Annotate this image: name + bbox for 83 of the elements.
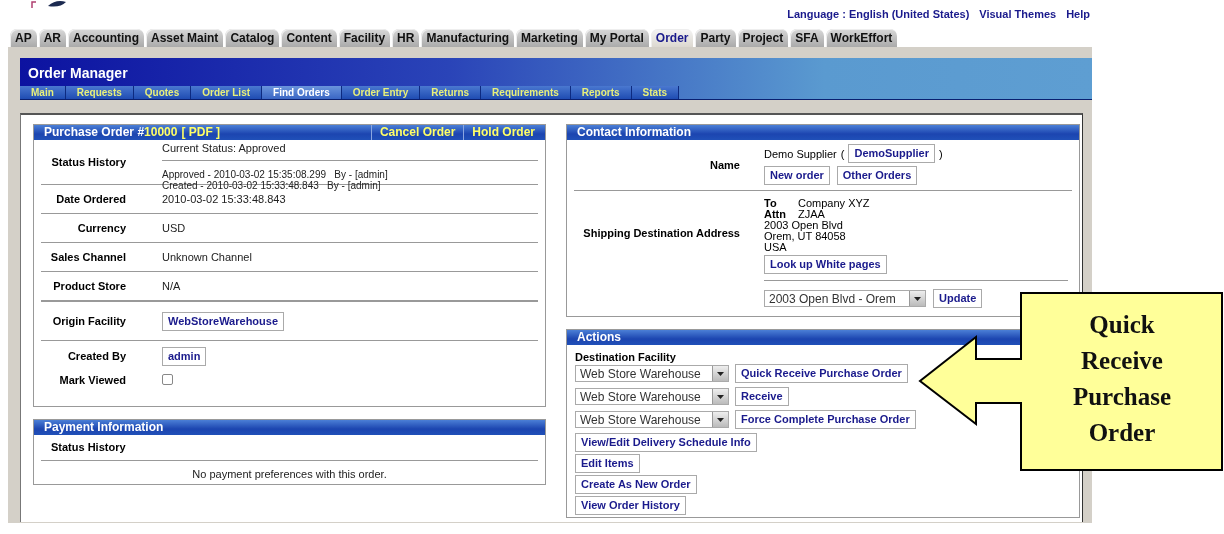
menu-item[interactable]: Order Entry [341,86,421,99]
app-tab[interactable]: Catalog [225,29,280,47]
app-tab[interactable]: Content [281,29,337,47]
panel-header: Contact Information [567,125,1079,140]
panel-title: Purchase Order # [44,125,145,140]
panel-header: Payment Information [34,420,545,435]
field-label: Name [709,158,740,171]
link-button[interactable]: View/Edit Delivery Schedule Info [575,433,757,452]
app-tab[interactable]: HR [392,29,420,47]
supplier-name: Demo Supplier [764,147,837,160]
app-tab[interactable]: Project [737,29,789,47]
link-button[interactable]: Force Complete Purchase Order [735,410,916,429]
address-line: 2003 Open Blvd [764,220,843,231]
link-button[interactable]: Other Orders [836,166,918,185]
field-label: Mark Viewed [58,374,126,386]
field-label: Status History [50,156,126,168]
address-line: Orem, UT 84058 [764,231,847,242]
menu-item[interactable]: Returns [420,86,482,99]
app-tab[interactable]: Accounting [68,29,144,47]
field-value: 2010-03-02 15:33:48.843 [162,193,286,205]
app-tab[interactable]: WorkEffort [825,29,898,47]
menu-item[interactable]: Quotes [133,86,192,99]
menu-item[interactable]: Requirements [481,86,571,99]
link-button[interactable]: Receive [735,387,789,406]
pdf-link[interactable]: [ PDF ] [181,125,221,140]
app-tab[interactable]: AP [10,29,37,47]
app-tab[interactable]: Facility [338,29,391,47]
dropdown[interactable]: 2003 Open Blvd - Orem [764,290,926,307]
field-label: Status History [50,440,127,455]
header-link[interactable]: Help [1066,7,1090,20]
field-label: Product Store [52,280,126,292]
header-link[interactable]: Language : English (United States) [787,7,970,20]
menu-item[interactable]: Main [20,86,66,99]
history-line: Approved - 2010-03-02 15:35:08.299 By - [admin] [162,169,389,180]
link-button[interactable]: DemoSupplier [848,144,935,163]
app-tab[interactable]: Party [695,29,736,47]
address-line: Attn ZJAA [764,209,825,220]
parenthesis: ( [840,147,845,160]
empty-message: No payment preferences with this order. [41,460,538,484]
parenthesis: ) [939,147,943,160]
app-tab[interactable]: Marketing [516,29,583,47]
dropdown[interactable]: Web Store Warehouse [575,411,729,428]
status-text: Current Status: Approved [162,140,538,161]
link-button[interactable]: View Order History [575,496,686,515]
app-tab[interactable]: My Portal [584,29,649,47]
link-button[interactable]: Look up White pages [764,255,887,274]
address-line: To Company XYZ [764,198,871,209]
app-tab[interactable]: AR [38,29,66,47]
link-button[interactable]: WebStoreWarehouse [162,311,285,331]
menu-item[interactable]: Stats [631,86,680,99]
field-value: USD [162,222,186,234]
app-tab[interactable]: Order [650,29,694,47]
link-button[interactable]: New order [764,166,830,185]
link-button[interactable]: Quick Receive Purchase Order [735,364,908,383]
link-button[interactable]: Edit Items [575,454,640,473]
header-action-link[interactable]: Hold Order [463,125,535,140]
header-link[interactable]: Visual Themes [979,7,1057,20]
field-label: Destination Facility [575,351,676,363]
field-label: Shipping Destination Address [582,227,740,239]
menu-item[interactable]: Order List [191,86,263,99]
menu-item[interactable]: Requests [65,86,134,99]
app-title: Order Manager [27,64,129,81]
history-line: Created - 2010-03-02 15:33:48.843 By - [admin] [162,180,381,191]
header-action-link[interactable]: Cancel Order [370,125,456,140]
menu-item[interactable]: Find Orders [262,86,342,99]
field-label: Origin Facility [51,315,126,327]
app-tab[interactable]: Manufacturing [421,29,515,47]
field-label: Currency [76,222,126,234]
field-label: Date Ordered [55,193,126,205]
field-value: Unknown Channel [162,251,252,263]
field-label: Sales Channel [49,251,126,263]
menu-item[interactable]: Reports [570,86,632,99]
address-line: USA [764,242,787,253]
app-tab[interactable]: Asset Maint [146,29,224,47]
link-button[interactable]: Update [933,289,983,308]
dropdown[interactable]: Web Store Warehouse [575,388,729,405]
dropdown[interactable]: Web Store Warehouse [575,365,729,382]
field-value: N/A [162,280,181,292]
order-number-link[interactable]: 10000 [144,125,178,140]
link-button[interactable]: Create As New Order [575,475,697,494]
field-label: Created By [66,350,126,362]
link-button[interactable]: admin [162,346,207,366]
app-tab[interactable]: SFA [790,29,824,47]
